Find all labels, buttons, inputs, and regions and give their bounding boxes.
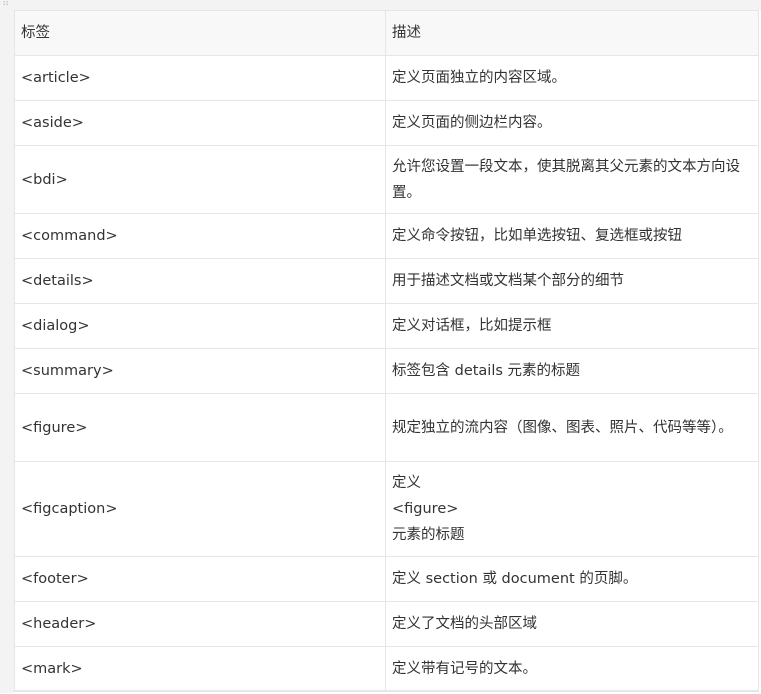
table-row: <footer> 定义 section 或 document 的页脚。 bbox=[14, 556, 759, 602]
description-cell[interactable]: 用于描述文档或文档某个部分的细节 bbox=[385, 258, 759, 304]
description-cell[interactable]: 定义对话框，比如提示框 bbox=[385, 303, 759, 349]
table-drag-handle-icon[interactable]: ⠿ bbox=[2, 0, 14, 9]
tag-cell[interactable]: <bdi> bbox=[14, 145, 386, 214]
next-row-edge bbox=[14, 690, 758, 694]
table-row: <aside> 定义页面的侧边栏内容。 bbox=[14, 100, 759, 146]
table-row: <mark> 定义带有记号的文本。 bbox=[14, 646, 759, 692]
table-row: <bdi> 允许您设置一段文本，使其脱离其父元素的文本方向设置。 bbox=[14, 145, 759, 214]
tag-cell[interactable]: <summary> bbox=[14, 348, 386, 394]
tag-cell[interactable]: <article> bbox=[14, 55, 386, 101]
description-cell[interactable]: 定义带有记号的文本。 bbox=[385, 646, 759, 692]
table-row: <dialog> 定义对话框，比如提示框 bbox=[14, 303, 759, 349]
tag-cell[interactable]: <footer> bbox=[14, 556, 386, 602]
tag-cell[interactable]: <header> bbox=[14, 601, 386, 647]
table-row: <figcaption> 定义 <figure> 元素的标题 bbox=[14, 461, 759, 557]
tag-cell[interactable]: <mark> bbox=[14, 646, 386, 692]
tag-cell[interactable]: <command> bbox=[14, 213, 386, 259]
description-cell[interactable]: 定义页面独立的内容区域。 bbox=[385, 55, 759, 101]
header-tag[interactable]: 标签 bbox=[14, 10, 386, 56]
table-row: <article> 定义页面独立的内容区域。 bbox=[14, 55, 759, 101]
description-cell[interactable]: 允许您设置一段文本，使其脱离其父元素的文本方向设置。 bbox=[385, 145, 759, 214]
description-cell[interactable]: 定义页面的侧边栏内容。 bbox=[385, 100, 759, 146]
editor-left-margin bbox=[0, 0, 14, 693]
editor-top-margin bbox=[0, 0, 761, 10]
description-line: 定义 bbox=[392, 475, 421, 491]
tag-cell[interactable]: <figure> bbox=[14, 393, 386, 462]
tag-cell[interactable]: <details> bbox=[14, 258, 386, 304]
header-description[interactable]: 描述 bbox=[385, 10, 759, 56]
description-line: <figure> bbox=[392, 501, 459, 517]
tag-cell[interactable]: <dialog> bbox=[14, 303, 386, 349]
tag-cell[interactable]: <aside> bbox=[14, 100, 386, 146]
description-line: 元素的标题 bbox=[392, 527, 465, 543]
description-cell[interactable]: 定义 section 或 document 的页脚。 bbox=[385, 556, 759, 602]
table-row: <figure> 规定独立的流内容（图像、图表、照片、代码等等）。 bbox=[14, 393, 759, 462]
table-row: <header> 定义了文档的头部区域 bbox=[14, 601, 759, 647]
description-cell[interactable]: 定义了文档的头部区域 bbox=[385, 601, 759, 647]
table-row: <details> 用于描述文档或文档某个部分的细节 bbox=[14, 258, 759, 304]
description-cell[interactable]: 定义 <figure> 元素的标题 bbox=[385, 461, 759, 557]
description-cell[interactable]: 标签包含 details 元素的标题 bbox=[385, 348, 759, 394]
description-cell[interactable]: 定义命令按钮，比如单选按钮、复选框或按钮 bbox=[385, 213, 759, 259]
html5-tags-table: 标签 描述 <article> 定义页面独立的内容区域。 <aside> 定义页… bbox=[14, 10, 759, 692]
table-row: <summary> 标签包含 details 元素的标题 bbox=[14, 348, 759, 394]
tag-cell[interactable]: <figcaption> bbox=[14, 461, 386, 557]
table-header-row: 标签 描述 bbox=[14, 10, 759, 56]
description-cell[interactable]: 规定独立的流内容（图像、图表、照片、代码等等）。 bbox=[385, 393, 759, 462]
table-row: <command> 定义命令按钮，比如单选按钮、复选框或按钮 bbox=[14, 213, 759, 259]
